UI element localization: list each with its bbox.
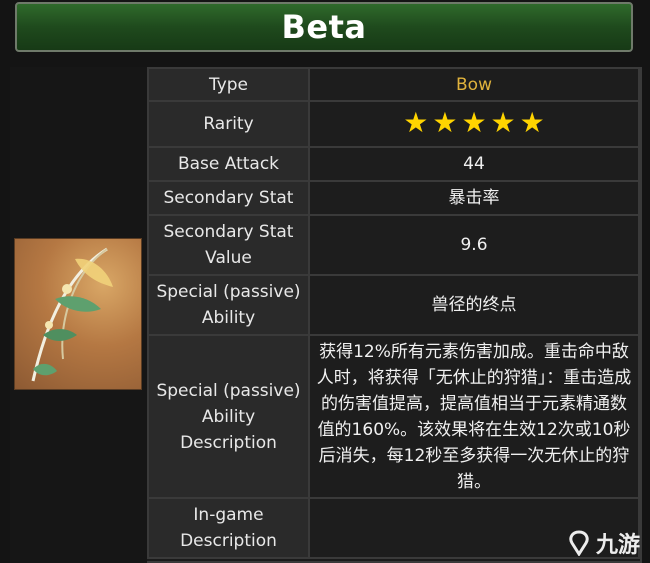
rarity-label: Rarity (147, 100, 310, 148)
type-value: Bow (308, 67, 640, 102)
star-icon: ★ (432, 106, 458, 139)
secondary-stat-value-label: Secondary Stat Value (147, 214, 310, 276)
weapon-image (14, 238, 142, 390)
table-row-secondary-stat-value: Secondary Stat Value 9.6 (147, 214, 640, 276)
base-attack-value: 44 (308, 146, 640, 182)
secondary-stat-label: Secondary Stat (147, 180, 310, 216)
secondary-stat-value-value: 9.6 (308, 214, 640, 276)
ability-desc-label: Special (passive) Ability Description (147, 334, 310, 499)
ability-desc-value: 获得12%所有元素伤害加成。重击命中敌人时，将获得「无休止的狩猎」：重击造成的伤… (308, 334, 640, 499)
ability-label: Special (passive) Ability (147, 274, 310, 336)
ingame-desc-label: In-game Description (147, 497, 310, 559)
table-row-ability-desc: Special (passive) Ability Description 获得… (147, 334, 640, 499)
star-icon: ★ (461, 106, 487, 139)
jiuyou-logo-icon (569, 530, 589, 556)
table-row-type: Type Bow (147, 67, 640, 102)
star-icon: ★ (519, 106, 545, 139)
weapon-info-table: Type Bow Rarity ★ ★ ★ ★ ★ Base Attack 44 Sec… (147, 67, 640, 559)
watermark-text: 九游 (595, 533, 640, 558)
star-icon: ★ (490, 106, 516, 139)
type-label: Type (147, 67, 310, 102)
ability-value: 兽径的终点 (308, 274, 640, 336)
table-row-secondary-stat: Secondary Stat 暴击率 (147, 180, 640, 216)
page-title: Beta (281, 8, 367, 46)
star-icon: ★ (403, 106, 429, 139)
table-row-rarity: Rarity ★ ★ ★ ★ ★ (147, 100, 640, 148)
secondary-stat-value: 暴击率 (308, 180, 640, 216)
bow-icon (31, 247, 113, 382)
rarity-stars: ★ ★ ★ ★ ★ (403, 108, 545, 138)
title-bar: Beta (15, 2, 633, 52)
rarity-value: ★ ★ ★ ★ ★ (308, 100, 640, 148)
watermark: 九游 (566, 527, 640, 559)
table-row-ability: Special (passive) Ability 兽径的终点 (147, 274, 640, 336)
base-attack-label: Base Attack (147, 146, 310, 182)
table-row-base-attack: Base Attack 44 (147, 146, 640, 182)
